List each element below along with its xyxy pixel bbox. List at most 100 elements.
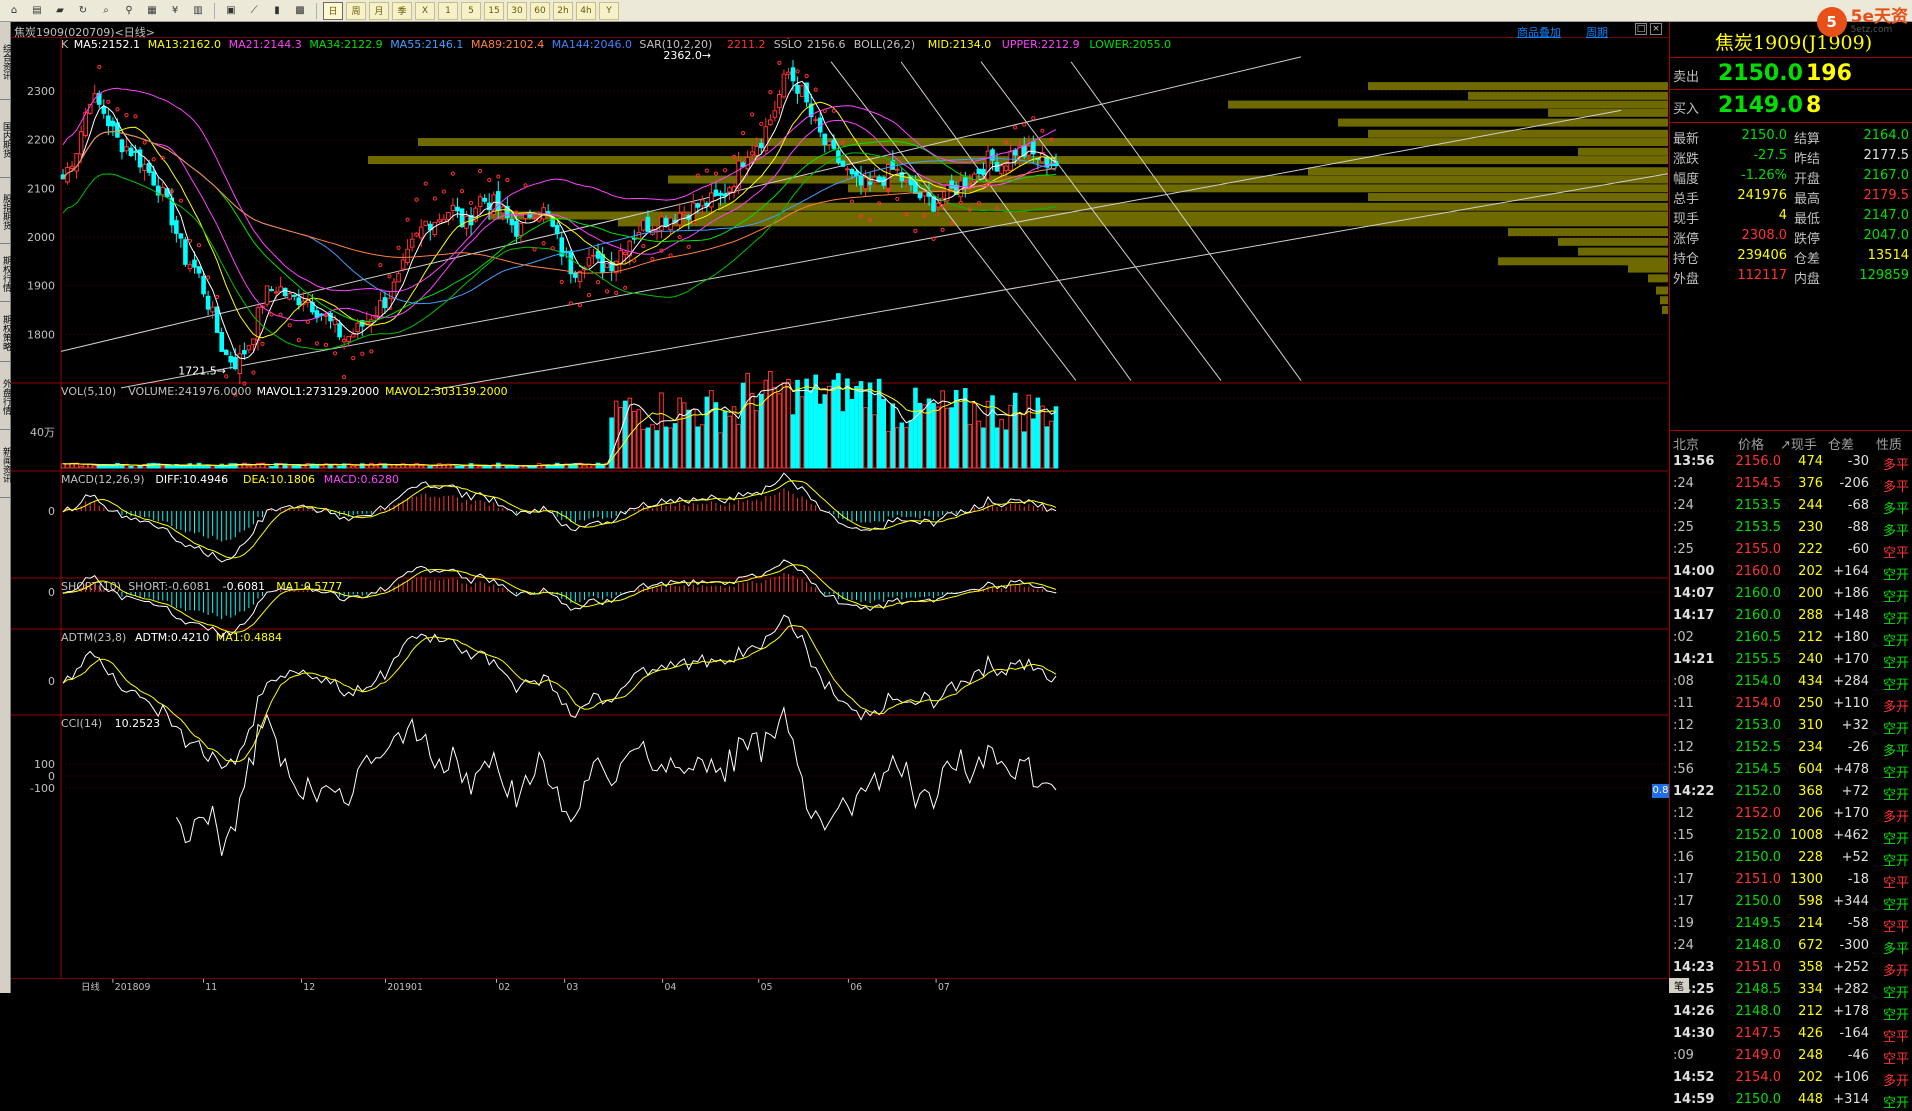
gallery-icon[interactable]: ▦ <box>142 2 162 20</box>
period-button-4[interactable]: X <box>415 2 435 20</box>
tick-price: 2152.0 <box>1736 806 1782 821</box>
sar-dot <box>134 115 137 118</box>
period-button-5[interactable]: 1 <box>438 2 458 20</box>
indicator-value: ADTM(23,8) <box>61 631 126 644</box>
sar-dot <box>624 286 627 289</box>
volume-bar <box>782 383 786 468</box>
home-icon[interactable]: ⌂ <box>4 2 24 20</box>
maximize-icon[interactable]: □ <box>1635 23 1647 35</box>
period-button-3[interactable]: 季 <box>392 2 412 20</box>
grid-icon[interactable]: ▩ <box>290 2 310 20</box>
volume-bar <box>841 412 845 468</box>
tick-time: :08 <box>1673 674 1694 689</box>
macd-line <box>63 473 1056 562</box>
tick-time: :24 <box>1673 938 1694 953</box>
tick-row: 14:522154.0202+106多开 <box>1670 1067 1912 1089</box>
candle-icon[interactable]: ▮ <box>267 2 287 20</box>
volume-bar <box>896 428 900 468</box>
pay-icon[interactable]: ¥ <box>165 2 185 20</box>
chart-icon[interactable]: ▥ <box>188 2 208 20</box>
sell-row[interactable]: 卖出 2150.0 196 <box>1670 59 1912 89</box>
tick-oi-change: +284 <box>1833 674 1869 689</box>
stat-value: 241976 <box>1737 188 1787 203</box>
close-icon[interactable]: × <box>1650 23 1662 35</box>
tick-nature: 空开 <box>1883 1004 1909 1023</box>
period-button-1[interactable]: 周 <box>346 2 366 20</box>
candle-body <box>206 296 210 309</box>
candle-body <box>438 220 442 222</box>
tick-volume: 1008 <box>1790 828 1823 843</box>
period-button-0[interactable]: 日 <box>323 2 343 20</box>
tick-volume: 434 <box>1798 674 1823 689</box>
tick-row: 14:222152.0368+72空开 <box>1670 781 1912 803</box>
indicator-value: MACD(12,26,9) <box>61 473 145 486</box>
tick-time: 14:17 <box>1673 608 1714 623</box>
chart-area[interactable]: 1800190020002100220023002362.0→1721.5→KM… <box>11 38 1668 978</box>
left-tab-3[interactable]: 期权行情 <box>0 246 11 302</box>
tick-nature: 空开 <box>1883 762 1909 781</box>
indicator-value: MA5:2152.1 <box>74 38 140 51</box>
refresh-icon[interactable]: ↻ <box>73 2 93 20</box>
period-button-12[interactable]: Y <box>599 2 619 20</box>
adtm-scale-badge[interactable]: 0.8 <box>1652 784 1669 798</box>
window-icon[interactable]: ▣ <box>221 2 241 20</box>
tick-time: :12 <box>1673 740 1694 755</box>
search-icon[interactable]: ⌕ <box>96 2 116 20</box>
tick-row: 14:592150.0448+314空开 <box>1670 1089 1912 1111</box>
sar-dot <box>315 342 318 345</box>
volume-profile-bar <box>1656 287 1668 295</box>
low-label: 1721.5→ <box>178 365 226 378</box>
line-chart-icon[interactable]: ⟋ <box>244 2 264 20</box>
period-button-9[interactable]: 60 <box>530 2 550 20</box>
sar-dot <box>814 88 817 91</box>
zoom-icon[interactable]: ⚲ <box>119 2 139 20</box>
tick-volume: 250 <box>1798 696 1823 711</box>
x-axis: 日线2018091112201901020304050607 <box>11 978 1668 993</box>
candle-body <box>456 207 460 211</box>
volume-bar <box>891 404 895 468</box>
tick-oi-change: -46 <box>1848 1048 1869 1063</box>
x-tick-label: 05 <box>761 982 773 993</box>
volume-bar <box>923 405 927 468</box>
sar-dot <box>370 350 373 353</box>
volume-bar <box>487 466 491 468</box>
toolbar-separator <box>316 3 317 19</box>
tick-row: :172151.01300-18空平 <box>1670 869 1912 891</box>
sell-qty: 196 <box>1806 61 1852 86</box>
volume-bar <box>900 423 904 468</box>
left-tab-4[interactable]: 期权策略 <box>0 304 11 362</box>
period-button-8[interactable]: 30 <box>507 2 527 20</box>
stat-label: 仓差 <box>1794 248 1820 267</box>
tick-price: 2152.0 <box>1736 784 1782 799</box>
tick-list[interactable]: 13:562156.0474-30多平:242154.5376-206多平:24… <box>1670 451 1912 1111</box>
stat-row: 持仓239406仓差13514 <box>1670 246 1912 266</box>
tick-price: 2148.0 <box>1736 1004 1782 1019</box>
sar-dot <box>796 70 799 73</box>
left-tab-6[interactable]: 新闻资讯 <box>0 432 11 498</box>
candle-body <box>982 169 986 174</box>
tick-price: 2154.0 <box>1736 1070 1782 1085</box>
volume-bar <box>995 428 999 468</box>
stat-label: 结算 <box>1794 128 1820 147</box>
left-tab-1[interactable]: 国内期货 <box>0 102 11 178</box>
period-button-6[interactable]: 5 <box>461 2 481 20</box>
period-button-7[interactable]: 15 <box>484 2 504 20</box>
book-icon[interactable]: ▤ <box>27 2 47 20</box>
sar-dot <box>742 131 745 134</box>
left-tab-5[interactable]: 外盘行情 <box>0 364 11 430</box>
period-button-2[interactable]: 月 <box>369 2 389 20</box>
period-button-11[interactable]: 4h <box>576 2 596 20</box>
folder-icon[interactable]: ▰ <box>50 2 70 20</box>
left-tab-0[interactable]: 综合资讯 <box>0 24 11 100</box>
tick-volume: 474 <box>1798 454 1823 469</box>
left-tab-2[interactable]: 股指期货 <box>0 180 11 244</box>
price-tick-label: 2000 <box>27 231 55 244</box>
period-button-10[interactable]: 2h <box>553 2 573 20</box>
sar-dot <box>497 175 500 178</box>
tick-volume: 604 <box>1798 762 1823 777</box>
indicator-value: DIFF:10.4946 <box>155 473 228 486</box>
tick-nature: 多开 <box>1883 1070 1909 1089</box>
volume-bar <box>215 467 219 468</box>
volume-bar <box>1013 393 1017 468</box>
buy-row[interactable]: 买入 2149.0 8 <box>1670 91 1912 121</box>
